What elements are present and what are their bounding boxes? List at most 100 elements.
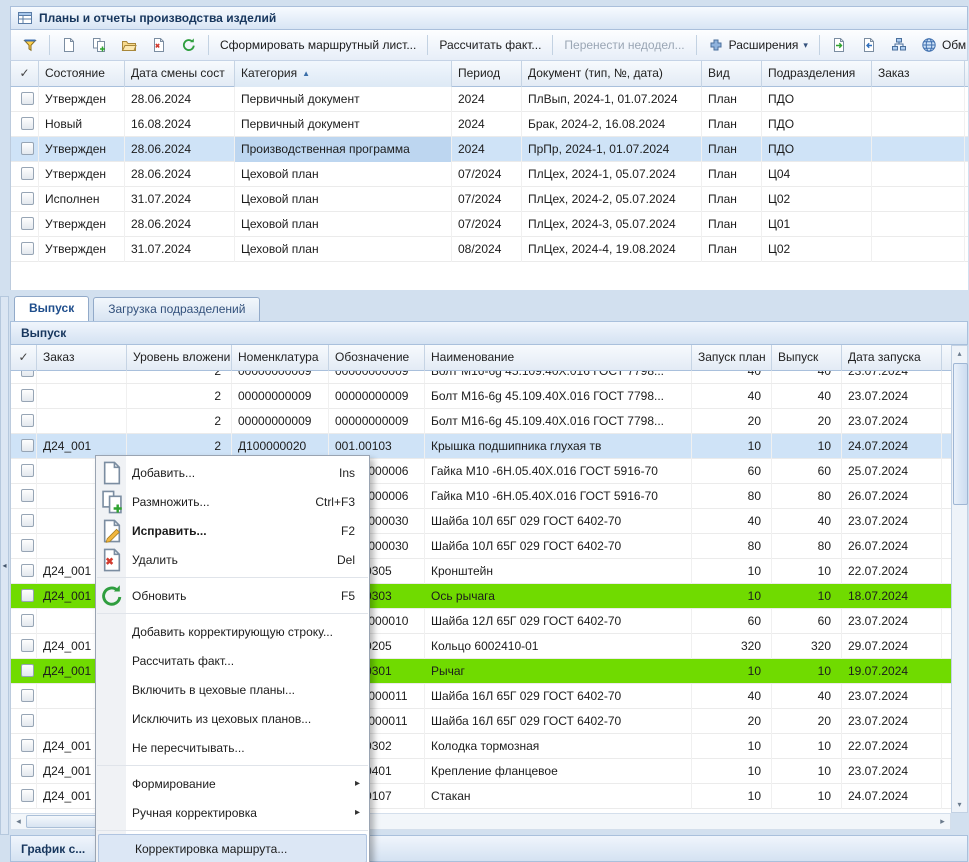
row-checkbox[interactable] xyxy=(21,539,34,552)
table-row[interactable]: Новый16.08.2024Первичный документ2024Бра… xyxy=(11,112,968,137)
row-checkbox[interactable] xyxy=(21,414,34,427)
context-menu-item[interactable]: ОбновитьF5 xyxy=(96,581,369,610)
row-checkbox[interactable] xyxy=(21,192,34,205)
column-header[interactable]: Заказ xyxy=(872,61,965,87)
scroll-down-icon[interactable]: ▾ xyxy=(952,797,967,812)
row-checkbox[interactable] xyxy=(21,217,34,230)
row-checkbox[interactable] xyxy=(21,614,34,627)
refresh-button[interactable] xyxy=(174,34,204,56)
filter-button[interactable] xyxy=(15,34,45,56)
scroll-left-icon[interactable]: ◂ xyxy=(11,816,26,827)
table-cell: Ось рычага xyxy=(425,584,692,609)
table-row[interactable]: Утвержден28.06.2024Цеховой план07/2024Пл… xyxy=(11,162,968,187)
table-cell: 40 xyxy=(772,384,842,409)
context-menu-item[interactable]: Корректировка маршрута... xyxy=(98,834,367,862)
row-checkbox[interactable] xyxy=(21,739,34,752)
left-splitter[interactable]: ◂ xyxy=(0,296,9,835)
table-row[interactable]: 20000000000900000000009Болт М16-6g 45.10… xyxy=(11,384,951,409)
table-cell: 10 xyxy=(692,434,772,459)
row-checkbox[interactable] xyxy=(21,589,34,602)
output-panel-header[interactable]: Выпуск xyxy=(10,321,968,345)
row-checkbox[interactable] xyxy=(21,439,34,452)
tab-load[interactable]: Загрузка подразделений xyxy=(93,297,260,321)
vertical-scrollbar-thumb[interactable] xyxy=(953,363,968,505)
table-row[interactable]: Утвержден28.06.2024Производственная прог… xyxy=(11,137,968,162)
context-menu-item[interactable]: Добавить...Ins xyxy=(96,458,369,487)
context-menu-item[interactable]: Ручная корректировка▸ xyxy=(96,798,369,827)
table-row[interactable]: Исполнен31.07.2024Цеховой план07/2024ПлЦ… xyxy=(11,187,968,212)
context-menu-item[interactable]: Исключить из цеховых планов... xyxy=(96,704,369,733)
row-checkbox[interactable] xyxy=(21,514,34,527)
column-header[interactable]: Документ (тип, №, дата) xyxy=(522,61,702,87)
context-menu-item[interactable]: Включить в цеховые планы... xyxy=(96,675,369,704)
column-header[interactable]: Подразделения xyxy=(762,61,872,87)
column-header[interactable]: Наименование xyxy=(425,345,692,371)
scroll-up-icon[interactable]: ▴ xyxy=(952,346,967,361)
row-checkbox[interactable] xyxy=(21,489,34,502)
row-checkbox[interactable] xyxy=(21,389,34,402)
row-checkbox[interactable] xyxy=(21,764,34,777)
table-cell: 40 xyxy=(692,509,772,534)
column-header[interactable]: Обозначение xyxy=(329,345,425,371)
toolbar-button[interactable]: Обм... xyxy=(914,34,968,56)
column-header[interactable]: ✓ xyxy=(11,61,39,87)
column-header[interactable]: Вид xyxy=(702,61,762,87)
row-checkbox[interactable] xyxy=(21,664,34,677)
table-row[interactable]: Утвержден28.06.2024Цеховой план07/2024Пл… xyxy=(11,212,968,237)
row-checkbox[interactable] xyxy=(21,789,34,802)
column-header[interactable]: Категория▲ xyxy=(235,61,452,87)
table-cell: 20 xyxy=(692,709,772,734)
open-folder-button[interactable] xyxy=(114,34,144,56)
column-header[interactable]: Номенклатура xyxy=(232,345,329,371)
table-cell: ПлЦех, 2024-3, 05.07.2024 xyxy=(522,212,702,237)
context-menu-item[interactable]: Размножить...Ctrl+F3 xyxy=(96,487,369,516)
row-checkbox[interactable] xyxy=(21,371,34,377)
import-document-button[interactable] xyxy=(854,34,884,56)
tab-output[interactable]: Выпуск xyxy=(14,296,89,321)
table-cell: План xyxy=(702,112,762,137)
row-checkbox[interactable] xyxy=(21,689,34,702)
vertical-scrollbar[interactable]: ▴ ▾ xyxy=(951,345,968,813)
column-header[interactable]: Уровень вложени xyxy=(127,345,232,371)
export-document-button[interactable] xyxy=(824,34,854,56)
column-header[interactable]: Запуск план xyxy=(692,345,772,371)
table-cell: Утвержден xyxy=(39,237,125,262)
column-header[interactable]: Выпуск xyxy=(772,345,842,371)
add-document-button[interactable] xyxy=(54,34,84,56)
table-row[interactable]: 20000000000900000000009Болт М16-6g 45.10… xyxy=(11,409,951,434)
context-menu-item[interactable]: Формирование▸ xyxy=(96,769,369,798)
structure-button[interactable] xyxy=(884,34,914,56)
table-cell: 2024 xyxy=(452,112,522,137)
column-header[interactable]: ✓ xyxy=(11,345,37,371)
table-cell: 80 xyxy=(692,534,772,559)
row-checkbox[interactable] xyxy=(21,167,34,180)
context-menu-item[interactable]: УдалитьDel xyxy=(96,545,369,574)
checkbox-cell xyxy=(11,212,39,237)
context-menu-item[interactable]: Рассчитать факт... xyxy=(96,646,369,675)
toolbar-button[interactable]: Сформировать маршрутный лист... xyxy=(213,35,423,55)
row-checkbox[interactable] xyxy=(21,714,34,727)
column-header[interactable]: Период xyxy=(452,61,522,87)
toolbar-button[interactable]: Расширения▾ xyxy=(701,34,815,56)
delete-document-button[interactable] xyxy=(144,34,174,56)
row-checkbox[interactable] xyxy=(21,92,34,105)
row-checkbox[interactable] xyxy=(21,142,34,155)
row-checkbox[interactable] xyxy=(21,242,34,255)
scroll-right-icon[interactable]: ▸ xyxy=(935,816,950,827)
toolbar-button[interactable]: Рассчитать факт... xyxy=(432,35,548,55)
column-header[interactable]: Состояние xyxy=(39,61,125,87)
copy-document-button[interactable] xyxy=(84,34,114,56)
row-checkbox[interactable] xyxy=(21,117,34,130)
table-row[interactable]: Утвержден28.06.2024Первичный документ202… xyxy=(11,87,968,112)
context-menu-item[interactable]: Добавить корректирующую строку... xyxy=(96,617,369,646)
row-checkbox[interactable] xyxy=(21,564,34,577)
row-checkbox[interactable] xyxy=(21,464,34,477)
table-row[interactable]: 20000000000900000000009Болт М16-6g 45.10… xyxy=(11,371,951,384)
table-row[interactable]: Утвержден31.07.2024Цеховой план08/2024Пл… xyxy=(11,237,968,262)
context-menu-item[interactable]: Не пересчитывать... xyxy=(96,733,369,762)
column-header[interactable]: Дата смены сост xyxy=(125,61,235,87)
context-menu-item[interactable]: Исправить...F2 xyxy=(96,516,369,545)
row-checkbox[interactable] xyxy=(21,639,34,652)
column-header[interactable]: Заказ xyxy=(37,345,127,371)
column-header[interactable]: Дата запуска xyxy=(842,345,942,371)
